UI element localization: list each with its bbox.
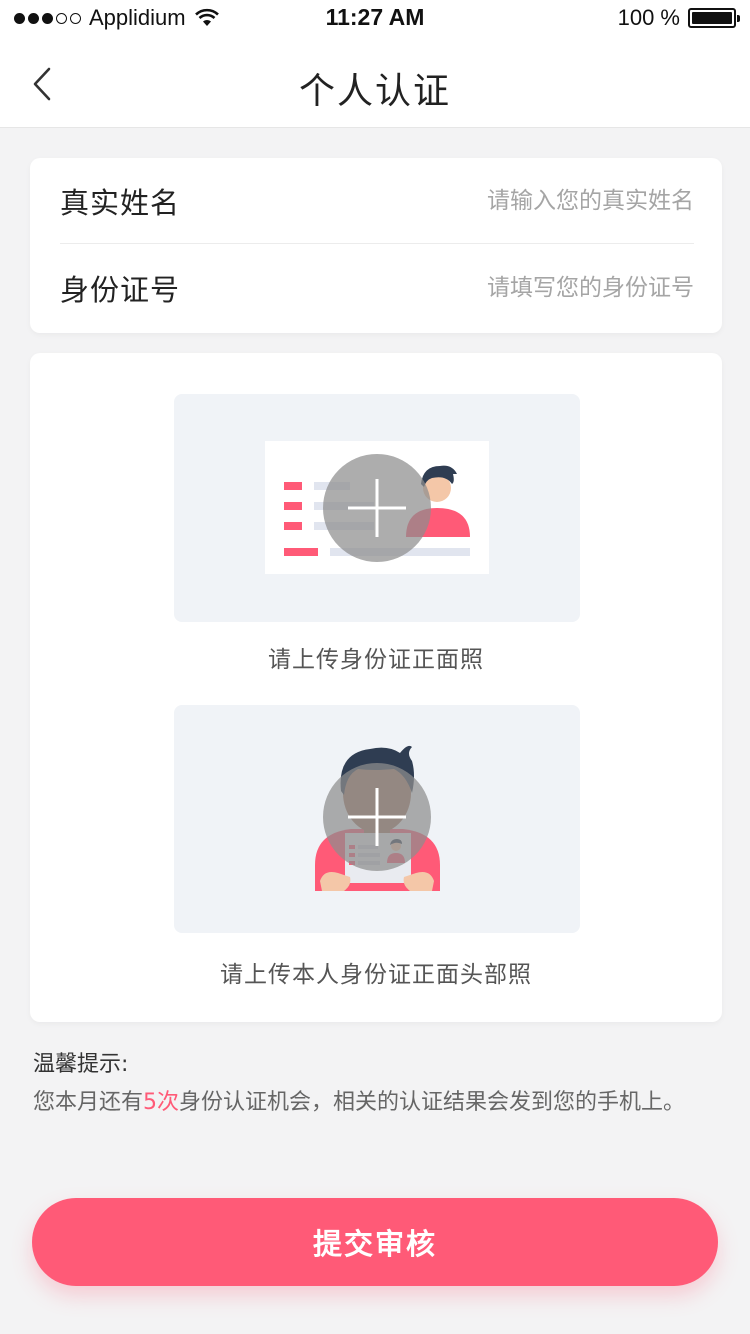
battery-icon [688, 8, 740, 28]
submit-button[interactable]: 提交审核 [32, 1198, 718, 1286]
tip-title: 温馨提示: [33, 1052, 129, 1077]
upload-id-front-caption: 请上传身份证正面照 [268, 647, 484, 673]
real-name-label: 真实姓名 [60, 185, 181, 220]
battery-percent: 100 % [617, 5, 680, 30]
tip-text: 您本月还有5次身份认证机会，相关的认证结果会发到您的手机上。 [33, 1088, 723, 1118]
page-title: 个人认证 [298, 71, 451, 112]
id-number-row: 身份证号 [60, 245, 694, 331]
upload-card: 请上传身份证正面照 请上传本人身份证正面头部照 [30, 353, 722, 1022]
tip-count: 5次 [143, 1090, 180, 1115]
id-number-label: 身份证号 [60, 273, 181, 307]
navigation-bar: 个人认证 [0, 40, 750, 128]
person-holding-id-icon [315, 745, 440, 891]
upload-id-head-caption: 请上传本人身份证正面头部照 [220, 962, 532, 988]
upload-id-head-button[interactable] [174, 705, 580, 933]
real-name-row: 真实姓名 [60, 158, 694, 244]
identity-form-card: 真实姓名 身份证号 [30, 158, 722, 333]
id-number-input[interactable] [364, 275, 694, 301]
tip-text-after: 身份认证机会，相关的认证结果会发到您的手机上。 [179, 1090, 686, 1115]
upload-id-front-button[interactable] [174, 394, 580, 622]
id-card-front-icon [265, 441, 489, 574]
battery-info: 100 % [617, 5, 740, 31]
status-bar: Applidium 11:27 AM 100 % [0, 0, 750, 40]
tip-text-before: 您本月还有 [33, 1090, 144, 1115]
real-name-input[interactable] [364, 187, 694, 214]
